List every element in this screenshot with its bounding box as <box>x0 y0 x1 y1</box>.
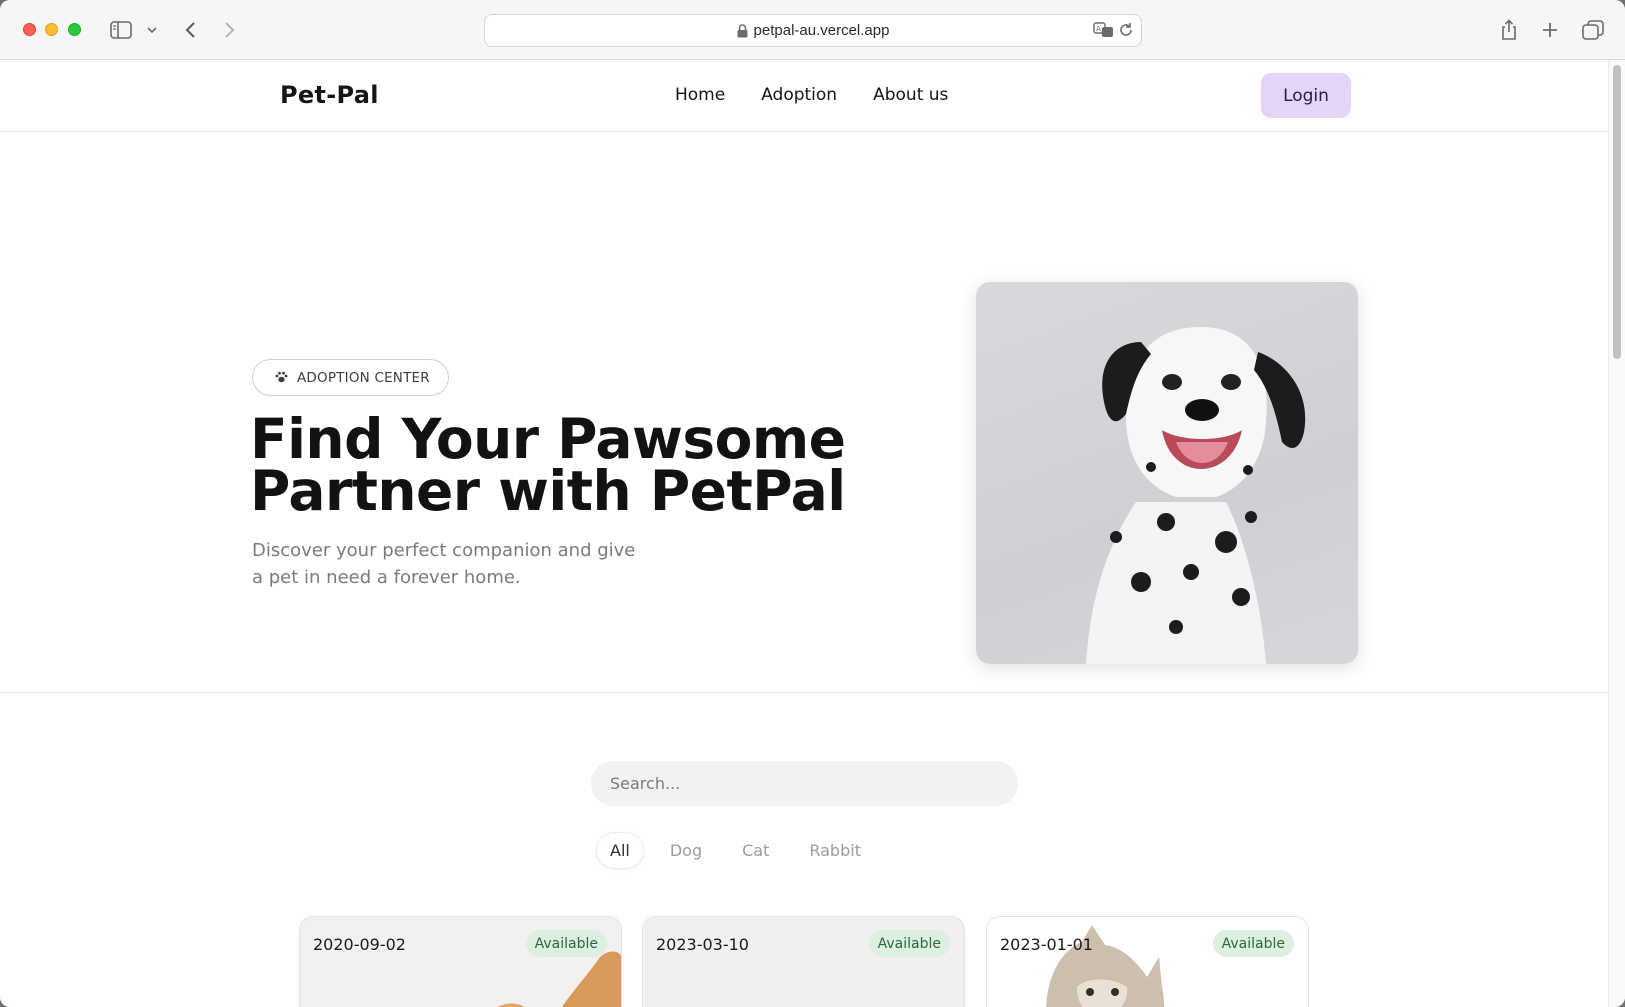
hero-subtitle-line-1: Discover your perfect companion and give <box>252 540 636 561</box>
browser-window: petpal-au.vercel.app A Pet-Pal Home Adop… <box>0 0 1625 1007</box>
new-tab-icon[interactable] <box>1539 17 1561 43</box>
adoption-center-badge: ADOPTION CENTER <box>252 359 449 396</box>
lock-icon <box>737 23 748 38</box>
translate-icon[interactable]: A <box>1093 21 1115 43</box>
nav-link-adoption[interactable]: Adoption <box>761 85 837 105</box>
close-window-button[interactable] <box>23 23 36 36</box>
pet-card-date: 2023-01-01 <box>1000 935 1093 954</box>
share-icon[interactable] <box>1498 17 1520 43</box>
reload-icon[interactable] <box>1117 21 1135 43</box>
maximize-window-button[interactable] <box>68 23 81 36</box>
chevron-down-icon[interactable] <box>144 17 160 43</box>
filter-all[interactable]: All <box>596 832 644 869</box>
nav-link-home[interactable]: Home <box>675 85 725 105</box>
login-button[interactable]: Login <box>1261 73 1351 118</box>
minimize-window-button[interactable] <box>45 23 58 36</box>
brand-logo[interactable]: Pet-Pal <box>280 81 379 109</box>
filter-cat[interactable]: Cat <box>728 832 783 869</box>
address-bar[interactable]: petpal-au.vercel.app A <box>484 14 1142 47</box>
status-badge: Available <box>525 930 607 957</box>
category-filters: All Dog Cat Rabbit <box>596 832 875 869</box>
paw-icon <box>275 368 288 387</box>
hero-subtitle-line-2: a pet in need a forever home. <box>252 567 521 588</box>
hero-title: Find Your Pawsome Partner with PetPal <box>250 412 870 519</box>
pet-card[interactable]: 2023-03-10 Available <box>642 916 965 1007</box>
hero-section: ADOPTION CENTER Find Your Pawsome Partne… <box>0 133 1608 693</box>
pet-card[interactable]: 2020-09-02 Available <box>299 916 622 1007</box>
hero-subtitle: Discover your perfect companion and give… <box>252 537 662 591</box>
filter-dog[interactable]: Dog <box>656 832 716 869</box>
status-badge: Available <box>1212 930 1294 957</box>
search-input[interactable] <box>591 761 1018 806</box>
hero-dog-image <box>976 282 1358 664</box>
forward-icon[interactable] <box>220 17 240 43</box>
hero-title-line-2: Partner with PetPal <box>250 459 846 523</box>
badge-label: ADOPTION CENTER <box>297 369 430 386</box>
tab-overview-icon[interactable] <box>1581 17 1605 43</box>
site-header: Pet-Pal Home Adoption About us Login <box>0 61 1608 132</box>
nav-link-about[interactable]: About us <box>873 85 948 105</box>
scrollbar-thumb[interactable] <box>1613 65 1621 359</box>
web-page: Pet-Pal Home Adoption About us Login ADO… <box>0 61 1608 1007</box>
status-badge: Available <box>868 930 950 957</box>
main-nav: Home Adoption About us <box>675 85 948 105</box>
dalmatian-illustration <box>1086 327 1306 664</box>
filter-rabbit[interactable]: Rabbit <box>795 832 875 869</box>
url-text: petpal-au.vercel.app <box>753 22 890 39</box>
back-icon[interactable] <box>180 17 200 43</box>
sidebar-toggle-icon[interactable] <box>110 17 132 43</box>
pet-card-date: 2023-03-10 <box>656 935 749 954</box>
browser-toolbar: petpal-au.vercel.app A <box>0 0 1625 60</box>
pet-card-date: 2020-09-02 <box>313 935 406 954</box>
page-scrollbar[interactable] <box>1608 61 1625 1007</box>
svg-text:A: A <box>1096 25 1101 33</box>
pet-card[interactable]: 2023-01-01 Available <box>986 916 1309 1007</box>
